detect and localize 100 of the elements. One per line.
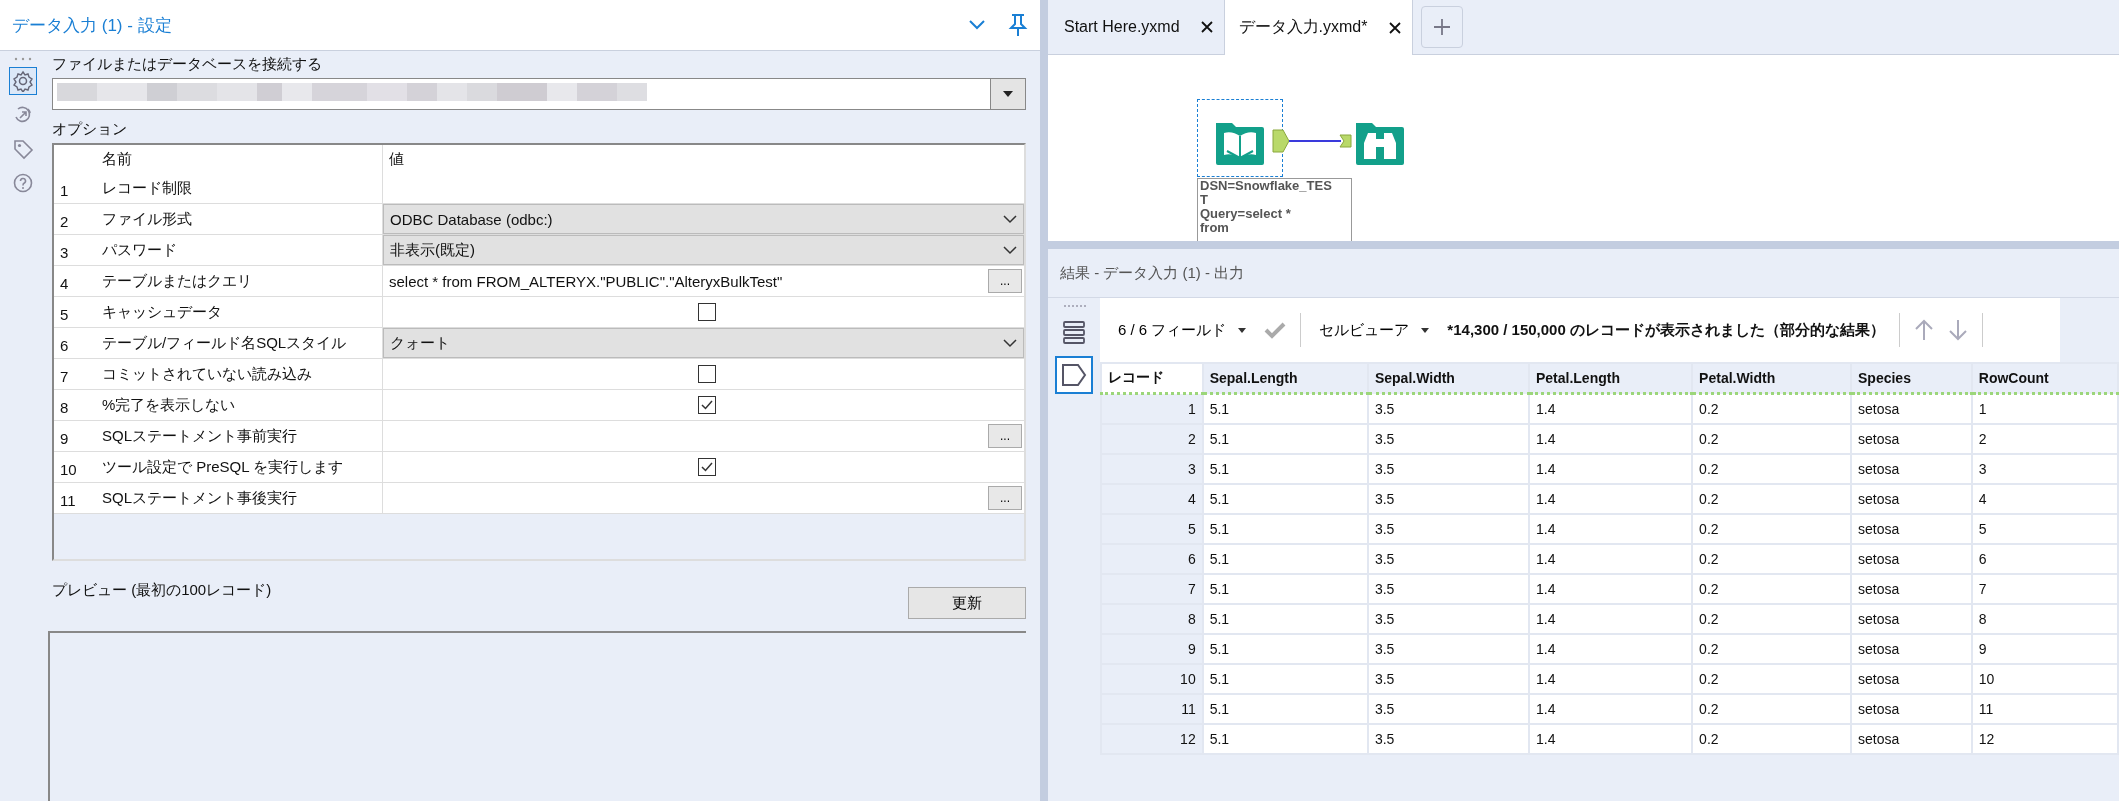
table-cell: setosa (1851, 484, 1972, 514)
column-header[interactable]: Sepal.Width (1367, 363, 1529, 394)
table-cell: 0.2 (1692, 604, 1851, 634)
table-cell: setosa (1851, 724, 1972, 754)
dropdown-arrow-icon[interactable] (1002, 90, 1014, 98)
grip-icon[interactable] (1061, 304, 1087, 308)
fields-dropdown[interactable]: 6 / 6 フィールド (1114, 320, 1251, 340)
caret-icon (1421, 327, 1430, 333)
table-cell: 9 (1971, 634, 2118, 664)
tag-icon (12, 138, 34, 160)
table-cell: 1.4 (1528, 664, 1693, 694)
table-cell: 3.5 (1367, 544, 1529, 574)
checkbox[interactable] (697, 303, 716, 321)
row-number: 3 (59, 243, 70, 263)
row-number: 9 (59, 429, 70, 449)
preview-label: プレビュー (最初の100レコード) (52, 581, 272, 600)
table-cell: 8 (1971, 604, 2118, 634)
table-cell: 1.4 (1528, 694, 1693, 724)
option-value-field[interactable]: select * from FROM_ALTERYX."PUBLIC"."AlteryxBulkTest" (383, 266, 988, 296)
option-name: SQLステートメント事後実行 (98, 483, 383, 513)
option-name: レコード制限 (98, 173, 383, 203)
tag-view-button[interactable] (1055, 356, 1093, 394)
pin-icon[interactable] (1008, 13, 1028, 37)
row-number: 8 (59, 398, 70, 418)
workflow-tab[interactable]: Start Here.yxmd (1050, 0, 1225, 54)
table-cell: 3 (1971, 454, 2118, 484)
ellipsis-button[interactable]: ... (988, 424, 1022, 448)
table-cell: setosa (1851, 694, 1972, 724)
close-icon[interactable] (1387, 20, 1402, 35)
row-number: 5 (1101, 514, 1203, 544)
list-icon (1061, 319, 1087, 345)
column-header[interactable]: Petal.Length (1528, 363, 1693, 394)
table-cell: 5 (1971, 514, 2118, 544)
arrow-down-icon[interactable] (1947, 319, 1968, 341)
table-cell: 0.2 (1692, 454, 1851, 484)
close-icon[interactable] (1199, 20, 1214, 34)
table-cell: 3.5 (1367, 604, 1529, 634)
table-cell: 5.1 (1202, 544, 1368, 574)
table-cell: 0.2 (1692, 724, 1851, 754)
ellipsis-button[interactable]: ... (988, 486, 1022, 510)
column-header[interactable]: RowCount (1971, 363, 2118, 394)
table-cell: setosa (1851, 514, 1972, 544)
table-cell: 3.5 (1367, 664, 1529, 694)
row-number: 6 (59, 336, 70, 356)
table-cell: 5.1 (1202, 574, 1368, 604)
table-cell: 3.5 (1367, 393, 1529, 424)
table-cell: 3.5 (1367, 724, 1529, 754)
table-cell: 5.1 (1202, 514, 1368, 544)
row-number: 10 (1101, 664, 1203, 694)
table-cell: setosa (1851, 634, 1972, 664)
row-number: 3 (1101, 454, 1203, 484)
chevron-down-icon[interactable] (968, 19, 986, 31)
option-name: コミットされていない読み込み (98, 359, 383, 389)
chevron-down-icon (1003, 214, 1017, 224)
table-cell: 5.1 (1202, 694, 1368, 724)
checkbox[interactable] (697, 396, 716, 414)
table-cell: 0.2 (1692, 664, 1851, 694)
table-cell: setosa (1851, 544, 1972, 574)
records-message: *14,300 / 150,000 のレコードが表示されました（部分的な結果） (1447, 320, 1885, 340)
column-header[interactable]: Sepal.Length (1202, 363, 1368, 394)
option-name: %完了を表示しない (98, 390, 383, 420)
workflow-tab[interactable]: データ入力.yxmd* (1224, 0, 1413, 55)
row-number: 7 (59, 367, 70, 387)
arrow-up-icon[interactable] (1913, 319, 1934, 341)
table-cell: 1 (1971, 393, 2118, 424)
gear-icon (12, 70, 34, 92)
checkbox[interactable] (697, 365, 716, 383)
table-cell: setosa (1851, 393, 1972, 424)
table-cell: 11 (1971, 694, 2118, 724)
grip-icon[interactable] (13, 57, 33, 61)
row-number: 1 (1101, 393, 1203, 424)
viewer-dropdown[interactable]: セルビューア (1315, 320, 1434, 340)
table-cell: 5.1 (1202, 424, 1368, 454)
ellipsis-button[interactable]: ... (988, 269, 1022, 293)
caret-icon (1238, 327, 1247, 333)
option-dropdown[interactable]: 非表示(既定) (383, 235, 1024, 265)
table-cell: 3.5 (1367, 514, 1529, 544)
plus-icon (1432, 18, 1451, 36)
table-cell: setosa (1851, 664, 1972, 694)
add-tab-button[interactable] (1420, 6, 1463, 48)
checkbox[interactable] (697, 458, 716, 476)
option-dropdown[interactable]: クォート (383, 328, 1024, 358)
table-cell: 3.5 (1367, 634, 1529, 664)
table-cell: setosa (1851, 574, 1972, 604)
table-cell: 0.2 (1692, 634, 1851, 664)
column-header[interactable]: レコード (1101, 363, 1203, 394)
row-number: 10 (59, 460, 78, 480)
option-dropdown[interactable]: ODBC Database (odbc:) (383, 204, 1024, 234)
table-cell: 0.2 (1692, 484, 1851, 514)
table-cell: 1.4 (1528, 514, 1693, 544)
table-cell: setosa (1851, 604, 1972, 634)
refresh-button[interactable]: 更新 (908, 587, 1026, 619)
column-header[interactable]: Petal.Width (1692, 363, 1851, 394)
column-header[interactable]: Species (1851, 363, 1972, 394)
table-cell: 0.2 (1692, 574, 1851, 604)
checkmark-icon[interactable] (1264, 321, 1287, 339)
table-cell: 5.1 (1202, 454, 1368, 484)
table-cell: 5.1 (1202, 664, 1368, 694)
row-number: 1 (59, 181, 70, 201)
settings-tool[interactable] (9, 67, 37, 95)
